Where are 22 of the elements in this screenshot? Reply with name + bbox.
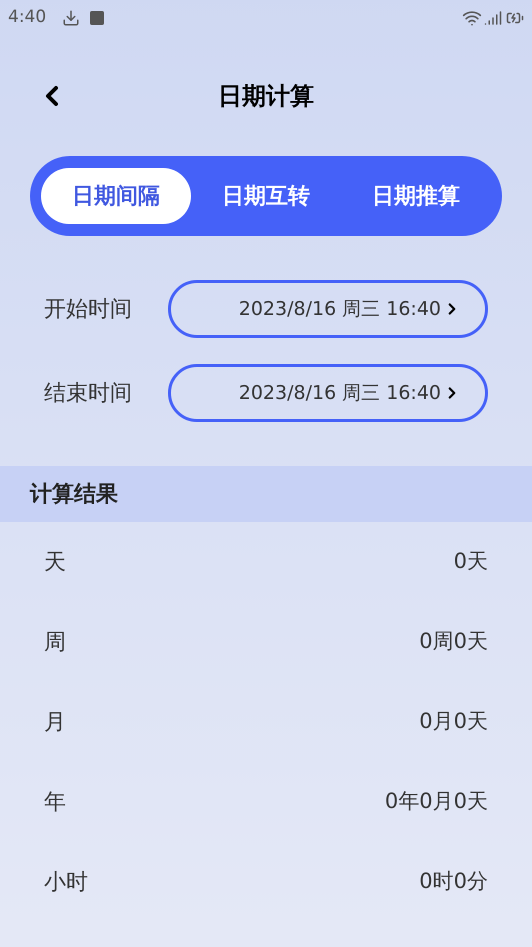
- section-title: 计算结果: [30, 480, 118, 508]
- tab[interactable]: 日期互转: [191, 168, 341, 224]
- date-field[interactable]: 2023/8/16 周三 16:40: [168, 364, 488, 422]
- result-value: 0月0天: [419, 708, 488, 736]
- result-label: 年: [44, 788, 66, 816]
- result-value: 0时0分: [419, 868, 488, 896]
- result-label: 天: [44, 548, 66, 576]
- result-value: 0周0天: [419, 628, 488, 656]
- tab[interactable]: 日期推算: [341, 168, 491, 224]
- field-label: 开始时间: [44, 296, 133, 324]
- result-label: 月: [44, 708, 66, 736]
- page-title: 日期计算: [218, 81, 314, 112]
- result-value: 0年0月0天: [384, 788, 488, 816]
- download-icon: [62, 9, 80, 27]
- tab[interactable]: 日期间隔: [41, 168, 191, 224]
- status-time: 4:40: [8, 6, 46, 30]
- field-label: 结束时间: [44, 380, 133, 408]
- signal-icon: [484, 9, 502, 27]
- result-value: 0天: [454, 548, 488, 576]
- result-label: 小时: [44, 868, 88, 896]
- result-label: 周: [44, 628, 66, 656]
- date-field[interactable]: 2023/8/16 周三 16:40: [168, 280, 488, 338]
